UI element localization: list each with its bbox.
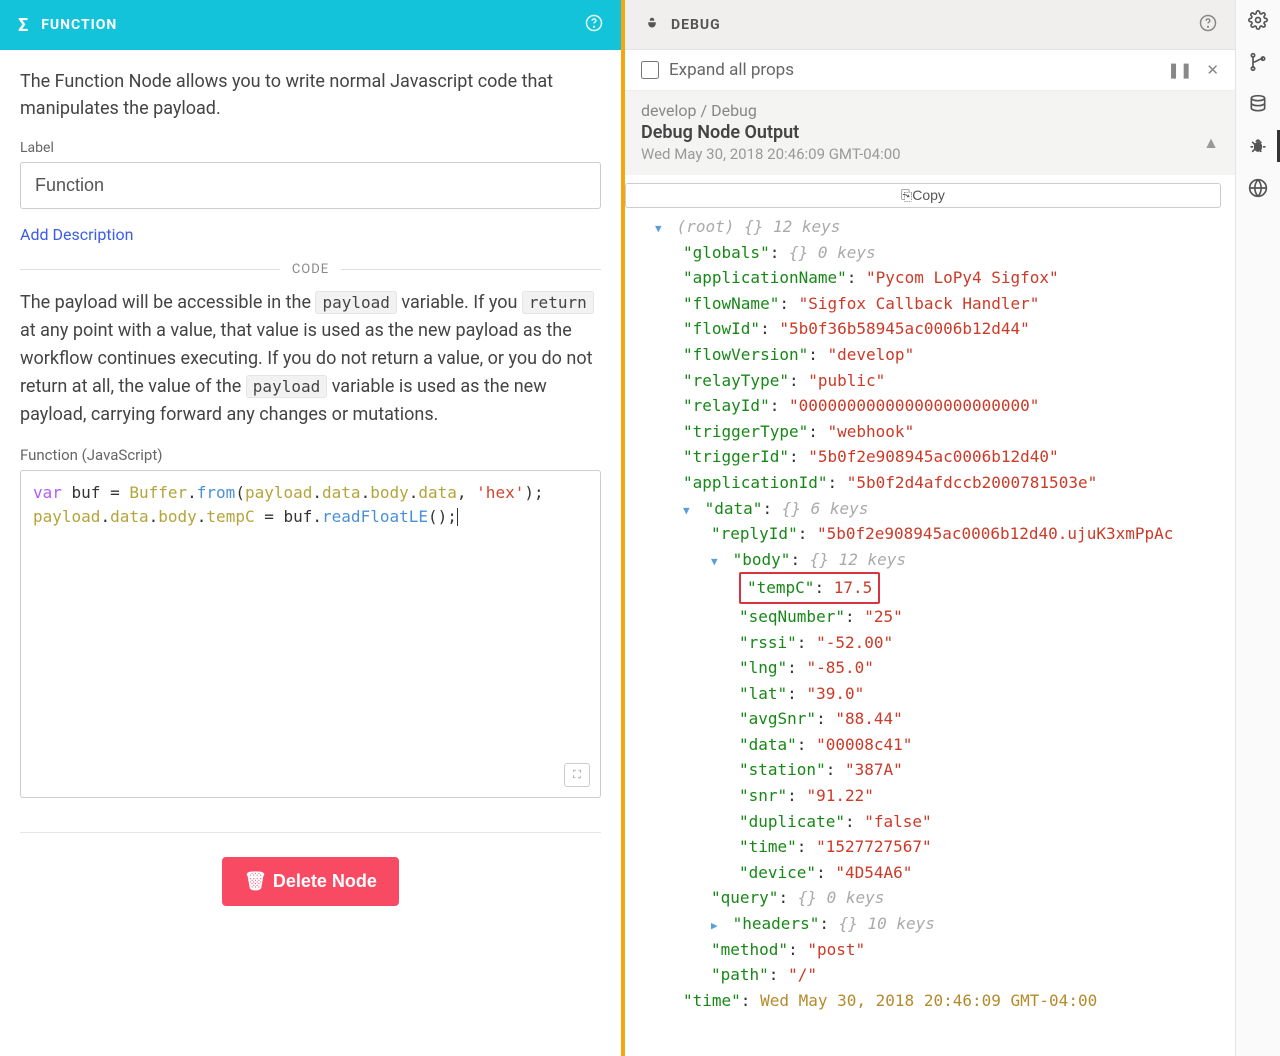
intro-text: The Function Node allows you to write no…	[20, 68, 601, 122]
collapse-icon[interactable]: ▲	[1203, 133, 1219, 153]
breadcrumb: develop / Debug	[641, 101, 1219, 120]
help-icon[interactable]	[1199, 14, 1217, 36]
json-tree[interactable]: ▼ (root) {} 12 keys "globals": {} 0 keys…	[625, 208, 1235, 1033]
function-title: FUNCTION	[41, 17, 585, 33]
highlighted-tempc: "tempC": 17.5	[739, 572, 880, 604]
debug-title: DEBUG	[671, 17, 721, 33]
output-timestamp: Wed May 30, 2018 20:46:09 GMT-04:00	[641, 145, 1219, 163]
close-button[interactable]: ✕	[1206, 61, 1219, 79]
add-description-link[interactable]: Add Description	[20, 225, 601, 244]
branch-icon[interactable]	[1248, 52, 1268, 72]
pause-button[interactable]: ❚❚	[1167, 61, 1192, 79]
debug-header: DEBUG	[625, 0, 1235, 50]
code-editor[interactable]: var buf = Buffer.from(payload.data.body.…	[20, 470, 601, 798]
gear-icon[interactable]	[1248, 10, 1268, 30]
bug-icon	[643, 14, 661, 36]
label-input[interactable]	[20, 162, 601, 209]
bug-icon[interactable]	[1248, 136, 1268, 156]
function-header: Σ FUNCTION	[0, 0, 621, 50]
editor-label: Function (JavaScript)	[20, 446, 601, 464]
sigma-icon: Σ	[18, 15, 29, 36]
globe-icon[interactable]	[1248, 178, 1268, 198]
debug-controls: Expand all props ❚❚ ✕	[625, 50, 1235, 91]
expand-all-label: Expand all props	[669, 60, 794, 80]
right-icon-rail	[1235, 0, 1280, 1056]
code-description: The payload will be accessible in the pa…	[20, 289, 601, 428]
debug-panel: DEBUG Expand all props ❚❚ ✕ develop / De…	[625, 0, 1235, 1056]
help-icon[interactable]	[585, 14, 603, 36]
copy-button[interactable]: ⎘Copy	[625, 183, 1221, 208]
trash-icon: 🗑	[244, 871, 267, 891]
output-title: Debug Node Output	[641, 122, 1219, 143]
divider	[20, 832, 601, 833]
delete-node-button[interactable]: 🗑Delete Node	[222, 857, 399, 906]
function-node-panel: Σ FUNCTION The Function Node allows you …	[0, 0, 625, 1056]
expand-all-checkbox[interactable]	[641, 61, 659, 79]
expand-editor-button[interactable]: ⛶	[564, 763, 590, 787]
database-icon[interactable]	[1248, 94, 1268, 114]
code-separator: CODE	[20, 262, 601, 277]
debug-meta: develop / Debug Debug Node Output Wed Ma…	[625, 91, 1235, 175]
label-field-label: Label	[20, 140, 601, 156]
